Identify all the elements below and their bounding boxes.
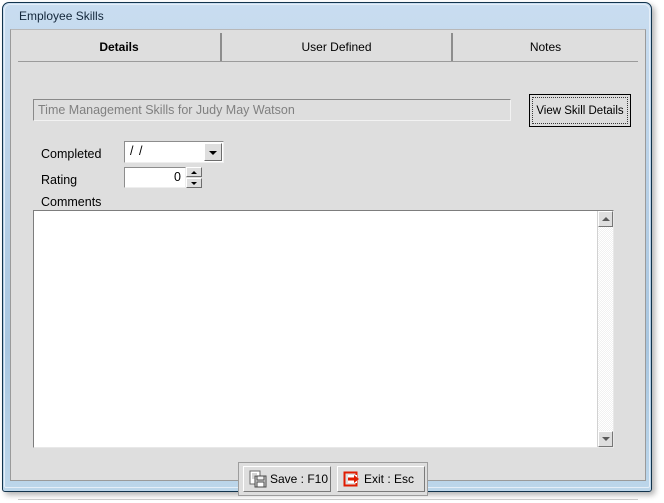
title-bar: Employee Skills [3,3,651,29]
completed-date-value: / / [130,144,143,158]
stepper-up-icon[interactable] [186,167,202,177]
exit-button-label: Exit : Esc [364,472,414,486]
scroll-up-glyph [602,217,610,221]
scroll-down-icon[interactable] [598,431,613,447]
bottom-divider [18,499,638,500]
arrow-down-glyph [209,151,217,155]
tab-strip: Details User Defined Notes [18,33,638,61]
view-skill-details-button[interactable]: View Skill Details [529,94,631,127]
triangle-down-glyph [191,182,197,185]
completed-label: Completed [41,147,101,161]
tab-user-defined-label: User Defined [301,40,371,54]
tab-details[interactable]: Details [18,33,221,61]
exit-button[interactable]: Exit : Esc [337,466,425,492]
triangle-up-glyph [191,171,197,174]
rating-stepper[interactable] [186,167,202,188]
tab-user-defined[interactable]: User Defined [221,33,452,61]
save-button-label: Save : F10 [270,472,328,486]
exit-door-icon [343,470,361,488]
completed-date-combobox[interactable]: / / [124,141,224,163]
chevron-down-icon[interactable] [204,143,222,161]
screenshot-root: Employee Skills Details User Defined Not… [0,0,664,503]
tab-details-label: Details [99,40,138,54]
window-title: Employee Skills [19,9,104,23]
save-disk-icon [249,470,267,488]
comments-textarea[interactable] [33,210,614,448]
client-panel: Details User Defined Notes Time Manageme… [10,29,646,481]
rating-label: Rating [41,173,77,187]
scroll-up-icon[interactable] [598,211,613,227]
skill-title-text: Time Management Skills for Judy May Wats… [38,103,295,117]
comments-label: Comments [41,195,101,209]
rating-value: 0 [174,170,181,184]
view-skill-details-label: View Skill Details [532,97,628,124]
tab-notes[interactable]: Notes [452,33,638,61]
employee-skills-window: Employee Skills Details User Defined Not… [2,2,652,492]
scroll-down-glyph [602,437,610,441]
save-button[interactable]: Save : F10 [243,466,331,492]
tab-notes-label: Notes [530,40,561,54]
details-form: Time Management Skills for Judy May Wats… [11,62,647,480]
rating-input[interactable]: 0 [124,167,186,188]
stepper-down-icon[interactable] [186,178,202,188]
skill-title-field: Time Management Skills for Judy May Wats… [33,99,511,121]
comments-vertical-scrollbar[interactable] [597,211,613,447]
command-button-bar: Save : F10 Exit : Esc [238,462,428,496]
